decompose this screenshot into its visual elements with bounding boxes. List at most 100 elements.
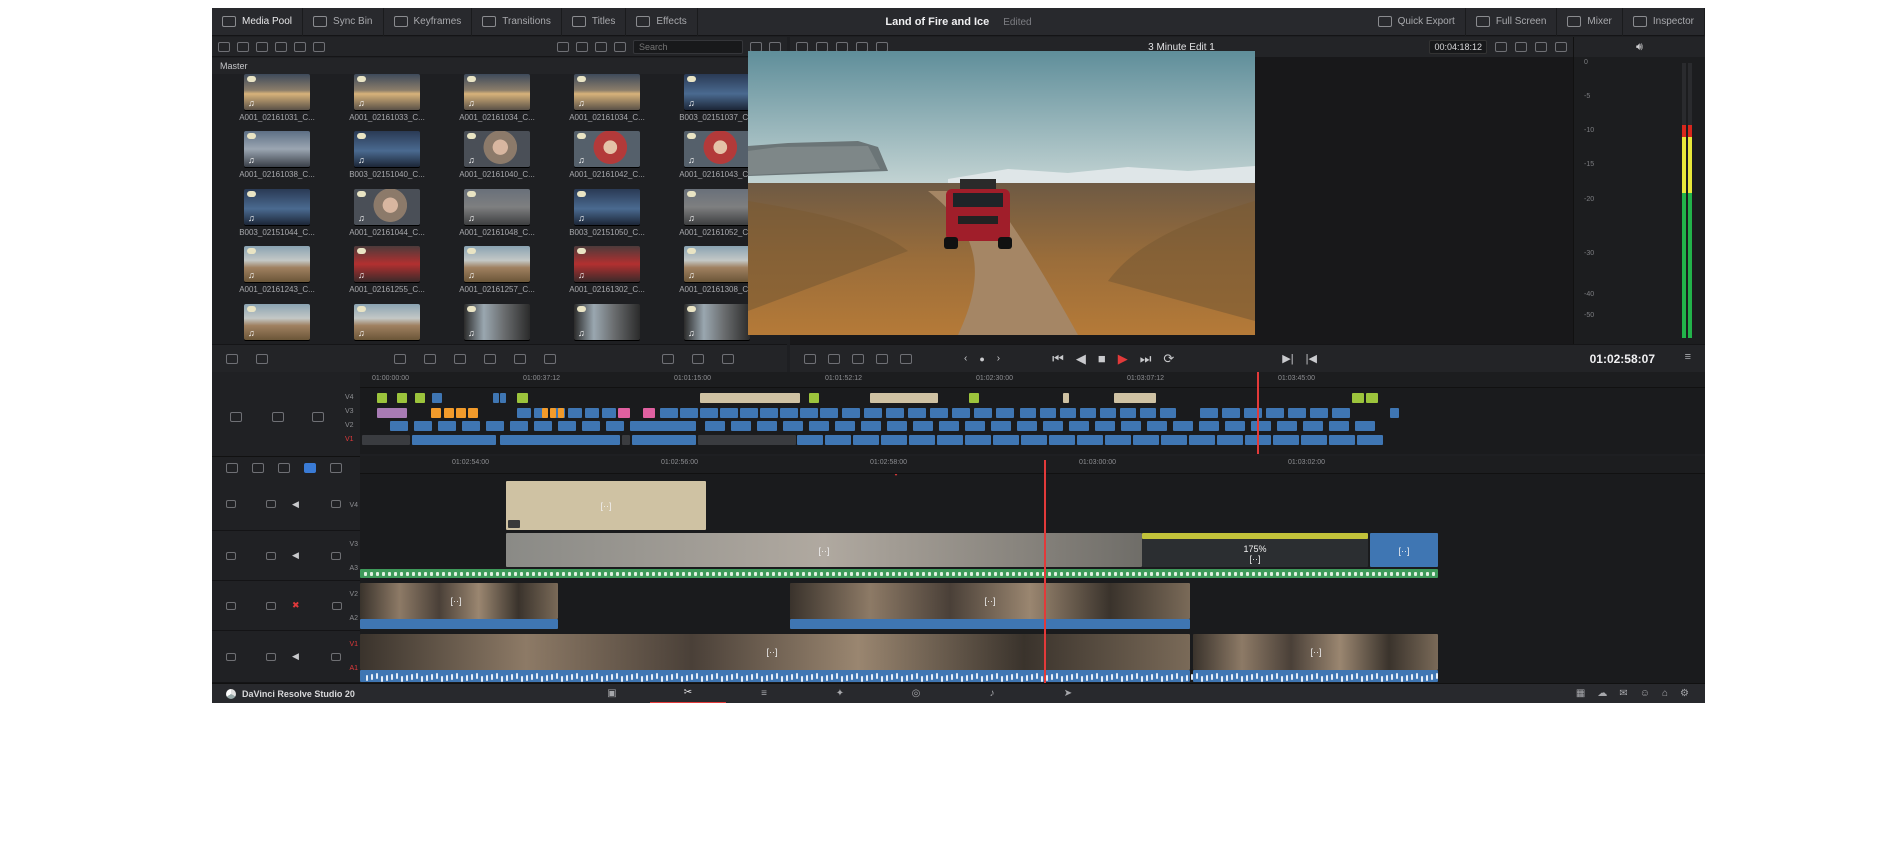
audio-waveform[interactable] — [931, 674, 933, 680]
audio-waveform[interactable] — [1091, 674, 1093, 680]
clip-thumbnail[interactable]: ♫ — [464, 74, 530, 110]
audio-waveform[interactable] — [906, 675, 908, 681]
track-drag-icon[interactable] — [226, 551, 236, 560]
audio-waveform[interactable] — [611, 674, 613, 680]
clip-thumbnail[interactable]: ♫ — [244, 303, 310, 340]
audio-waveform[interactable] — [1271, 674, 1273, 680]
audio-waveform[interactable] — [1316, 673, 1318, 679]
audio-waveform[interactable] — [856, 572, 859, 576]
track-toggle-icon[interactable] — [330, 551, 341, 560]
timeline-clip[interactable] — [493, 393, 499, 403]
audio-waveform[interactable] — [1431, 674, 1433, 680]
timeline-clip[interactable] — [1357, 435, 1383, 445]
timeline-clip[interactable] — [700, 393, 800, 403]
audio-waveform[interactable] — [814, 572, 817, 576]
go-to-start-icon[interactable]: ⏮ — [1052, 351, 1064, 367]
timeline-clip[interactable] — [825, 435, 851, 445]
toolbar-full-screen-button[interactable]: Full Screen — [1466, 8, 1558, 36]
go-to-end-icon[interactable]: ⏭ — [1140, 351, 1152, 367]
audio-waveform[interactable] — [1156, 572, 1159, 576]
audio-waveform[interactable] — [966, 675, 968, 681]
page-tab-color[interactable]: ◎ — [878, 684, 954, 704]
audio-waveform[interactable] — [640, 572, 643, 576]
clip-thumbnail[interactable]: ♫ — [464, 303, 530, 340]
clip-thumbnail[interactable]: ♫ — [354, 188, 420, 225]
audio-waveform[interactable] — [1151, 674, 1153, 680]
audio-waveform[interactable] — [850, 572, 853, 576]
timeline-clip[interactable] — [660, 408, 678, 418]
timeline-clip[interactable] — [1140, 408, 1156, 418]
timeline-clip[interactable] — [1114, 393, 1156, 403]
audio-waveform[interactable] — [1011, 674, 1013, 680]
audio-waveform[interactable] — [496, 673, 498, 679]
audio-waveform[interactable] — [396, 673, 398, 679]
trim-tool-icon[interactable] — [252, 462, 264, 473]
audio-waveform[interactable] — [1221, 676, 1223, 682]
audio-waveform[interactable] — [1086, 675, 1088, 681]
audio-waveform[interactable] — [616, 572, 619, 576]
audio-waveform[interactable] — [940, 572, 943, 576]
audio-waveform[interactable] — [562, 572, 565, 576]
audio-waveform[interactable] — [446, 675, 448, 681]
audio-waveform[interactable] — [1180, 572, 1183, 576]
audio-waveform[interactable] — [1411, 674, 1413, 680]
audio-waveform[interactable] — [1171, 674, 1173, 680]
audio-waveform[interactable] — [926, 675, 928, 681]
audio-waveform[interactable] — [1072, 572, 1075, 576]
audio-waveform[interactable] — [876, 673, 878, 679]
timeline-clip[interactable] — [1189, 435, 1215, 445]
audio-waveform[interactable] — [461, 676, 463, 682]
audio-waveform[interactable] — [1420, 572, 1423, 576]
audio-waveform[interactable] — [1071, 674, 1073, 680]
media-clip[interactable]: ♫ B003_02151044_C... — [232, 188, 322, 238]
timeline-clip[interactable] — [1100, 408, 1116, 418]
audio-waveform[interactable] — [531, 674, 533, 680]
audio-waveform[interactable] — [1048, 572, 1051, 576]
audio-waveform[interactable] — [958, 572, 961, 576]
audio-waveform[interactable] — [1144, 572, 1147, 576]
waveform-icon[interactable] — [722, 353, 734, 364]
sync-lock-icon[interactable] — [272, 412, 284, 422]
audio-waveform[interactable] — [551, 674, 553, 680]
track-toggle-icon[interactable] — [331, 601, 342, 610]
strip-view-icon[interactable] — [557, 41, 569, 52]
page-tab-fusion[interactable]: ✦ — [802, 684, 878, 704]
track-toggle-icon[interactable] — [330, 652, 341, 661]
timeline-clip[interactable] — [542, 408, 548, 418]
timeline-clip[interactable] — [462, 421, 480, 431]
audio-waveform[interactable] — [1216, 673, 1218, 679]
timeline-clip[interactable] — [909, 435, 935, 445]
audio-waveform[interactable] — [826, 572, 829, 576]
audio-waveform[interactable] — [1301, 676, 1303, 682]
timeline-clip[interactable] — [632, 435, 696, 445]
audio-waveform[interactable] — [1391, 674, 1393, 680]
audio-waveform[interactable] — [1201, 676, 1203, 682]
page-tab-deliver[interactable]: ➤ — [1030, 684, 1106, 704]
audio-waveform[interactable] — [856, 673, 858, 679]
audio-waveform[interactable] — [952, 572, 955, 576]
audio-waveform[interactable] — [726, 675, 728, 681]
audio-waveform[interactable] — [436, 673, 438, 679]
timeline-clip[interactable] — [991, 421, 1011, 431]
timeline-clip[interactable] — [1120, 408, 1136, 418]
audio-waveform[interactable] — [1036, 572, 1039, 576]
toolbar-keyframes-button[interactable]: Keyframes — [384, 8, 473, 36]
timeline-clip[interactable] — [606, 421, 624, 431]
audio-waveform[interactable] — [760, 572, 763, 576]
audio-waveform[interactable] — [1376, 673, 1378, 679]
page-tab-fairlight[interactable]: ♪ — [954, 684, 1030, 704]
timeline-clip[interactable] — [1288, 408, 1306, 418]
audio-waveform[interactable] — [1024, 572, 1027, 576]
users-icon[interactable]: ☺ — [1640, 688, 1650, 699]
viewer-zoom-icon[interactable] — [1495, 42, 1507, 52]
timeline-clip[interactable] — [568, 408, 582, 418]
source-overwrite-icon[interactable] — [692, 353, 704, 364]
clip-thumbnail[interactable]: ♫ — [684, 131, 750, 168]
audio-waveform[interactable] — [971, 674, 973, 680]
timeline-clip[interactable] — [585, 408, 599, 418]
audio-waveform[interactable] — [766, 572, 769, 576]
audio-waveform[interactable] — [816, 673, 818, 679]
audio-waveform[interactable] — [456, 673, 458, 679]
audio-waveform[interactable] — [941, 676, 943, 682]
multicam-panel-icon[interactable]: ▦ — [1576, 688, 1585, 699]
